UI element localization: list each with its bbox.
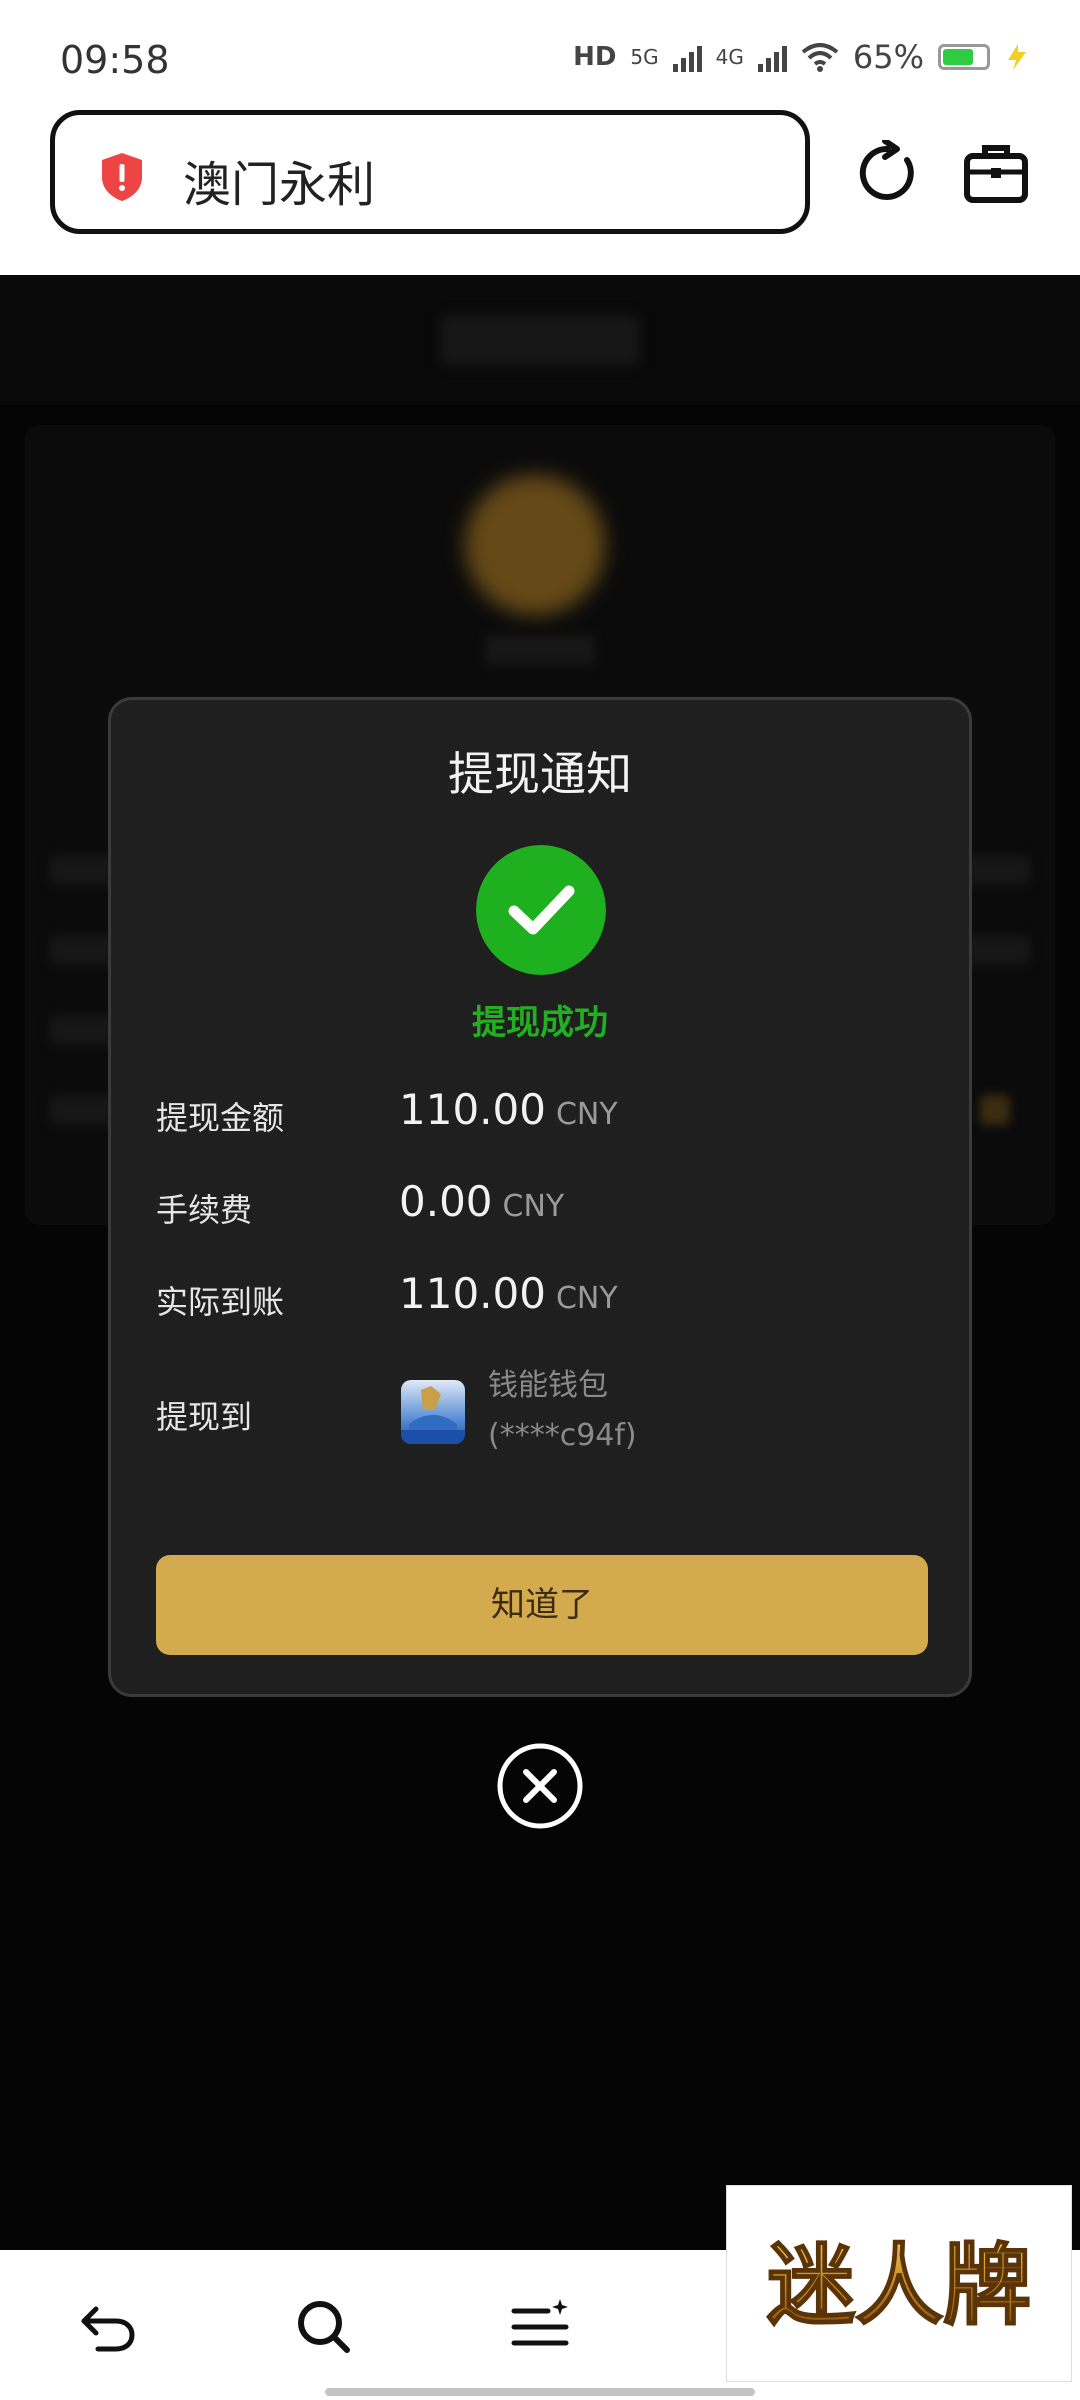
status-text: 提现成功 [472, 1003, 608, 1043]
network-4g-label: 4G [715, 45, 744, 69]
address-text: 澳门永利 [183, 157, 376, 213]
shield-alert-icon [102, 153, 142, 201]
network-5g-label: 5G [630, 45, 659, 69]
currency-unit: CNY [555, 1097, 618, 1132]
watermark-text: 迷人牌 [767, 2234, 1031, 2337]
battery-percent: 65% [852, 38, 924, 76]
withdraw-amount-label: 提现金额 [156, 1099, 285, 1137]
status-bar: 09:58 HD 5G 4G 65% [0, 0, 1080, 100]
received-amount-label: 实际到账 [156, 1283, 285, 1321]
check-circle-icon [476, 845, 606, 975]
received-amount-number: 110.00 [399, 1269, 546, 1318]
address-bar[interactable]: 澳门永利 [50, 110, 810, 234]
withdraw-amount-number: 110.00 [399, 1085, 546, 1134]
wallet-logo [401, 1380, 465, 1444]
status-time: 09:58 [60, 38, 170, 82]
home-indicator[interactable] [325, 2388, 755, 2396]
currency-unit: CNY [502, 1189, 565, 1224]
fee-value: 0.00 CNY [399, 1177, 564, 1226]
dialog-title: 提现通知 [448, 747, 632, 801]
close-circle-icon[interactable] [496, 1742, 584, 1830]
acknowledge-button[interactable]: 知道了 [156, 1555, 928, 1655]
fee-label: 手续费 [156, 1191, 253, 1229]
status-icons: HD 5G 4G 65% [573, 38, 1030, 76]
signal-5g-icon [672, 42, 702, 72]
wallet-name: 钱能钱包 [488, 1368, 608, 1403]
watermark-logo: 迷人牌 [726, 2185, 1072, 2382]
reload-icon[interactable] [855, 140, 921, 206]
currency-unit: CNY [555, 1281, 618, 1316]
wifi-icon [801, 43, 839, 72]
wallet-account: (****c94f) [488, 1418, 637, 1453]
received-amount-value: 110.00 CNY [399, 1269, 618, 1318]
battery-icon [938, 44, 990, 70]
fee-number: 0.00 [399, 1177, 493, 1226]
back-arrow-icon[interactable] [76, 2295, 140, 2359]
toolbox-icon[interactable] [963, 144, 1029, 204]
charging-icon [1008, 44, 1026, 70]
search-icon[interactable] [292, 2295, 356, 2359]
hd-indicator: HD [573, 42, 617, 72]
signal-4g-icon [757, 42, 787, 72]
withdrawal-notice-dialog: 提现通知 提现成功 提现金额 110.00 CNY 手续费 0.00 CNY 实际到… [108, 697, 972, 1697]
destination-label: 提现到 [156, 1398, 253, 1436]
browser-toolbar: 澳门永利 [0, 100, 1080, 275]
withdraw-amount-value: 110.00 CNY [399, 1085, 618, 1134]
menu-icon[interactable] [508, 2295, 572, 2359]
